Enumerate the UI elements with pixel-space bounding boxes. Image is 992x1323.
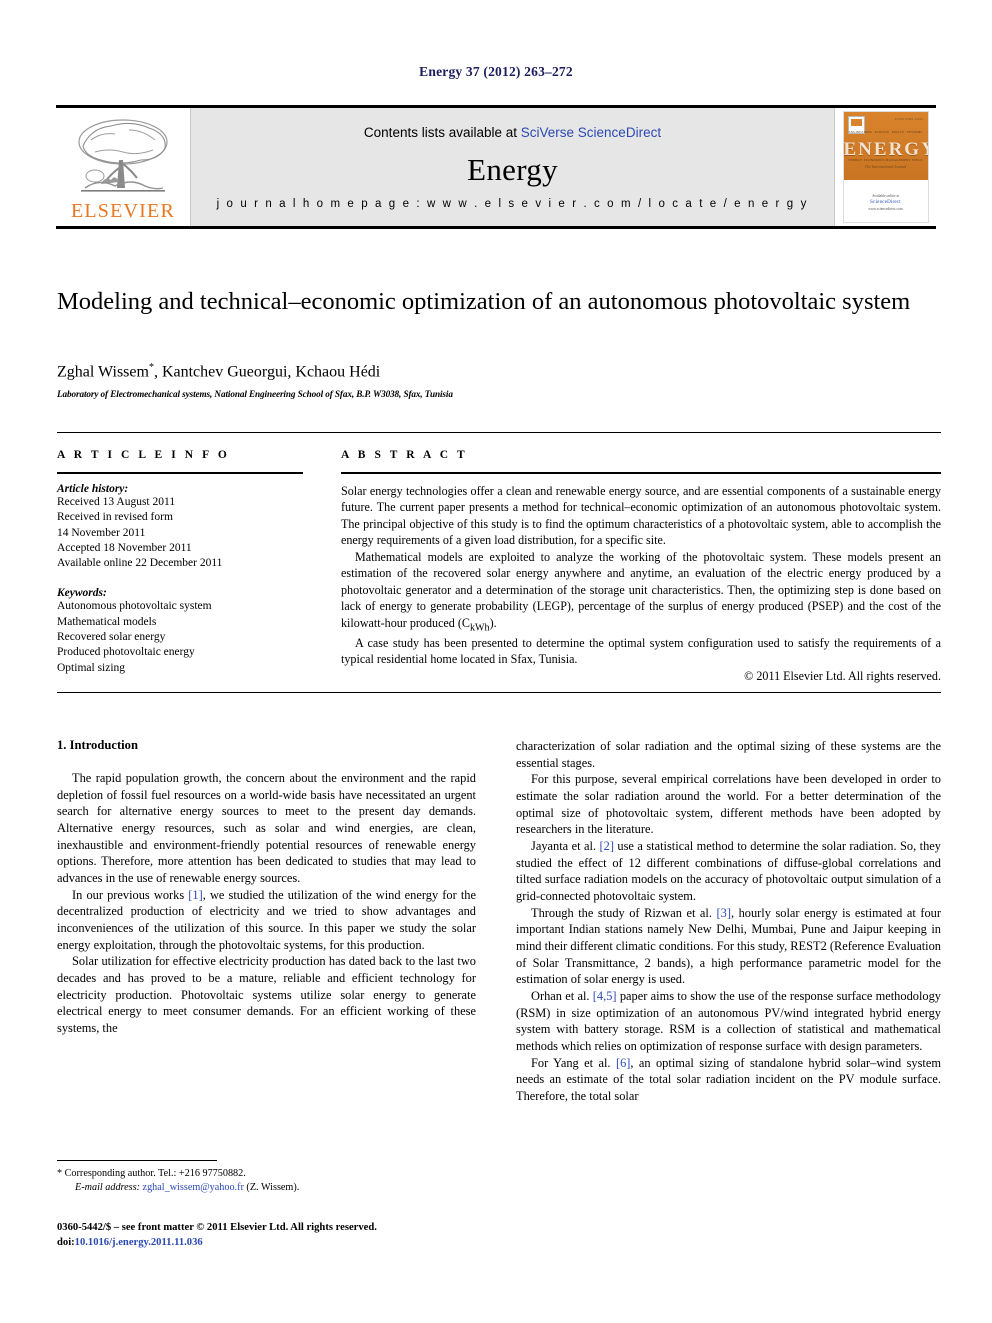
abstract-column: A B S T R A C T Solar energy technologie… [341,449,941,684]
abstract-paragraph: Mathematical models are exploited to ana… [341,549,941,635]
article-info-column: A R T I C L E I N F O Article history: R… [57,449,303,676]
keyword-item: Recovered solar energy [57,630,166,643]
keyword-item: Produced photovoltaic energy [57,646,195,659]
paragraph-text: In our previous works [72,887,189,902]
contents-line: Contents lists available at SciVerse Sci… [364,125,661,140]
citation-ref[interactable]: [1] [188,888,202,902]
citation-ref[interactable]: [6] [616,1056,630,1070]
keyword-item: Autonomous photovoltaic system [57,600,212,613]
cover-mini-label: SYSTEMS [906,130,923,134]
cover-subtitle: The International Journal [864,164,907,169]
front-matter-line: 0360-5442/$ – see front matter © 2011 El… [57,1222,377,1233]
article-history-item: 14 November 2011 [57,526,146,539]
cover-image: ISSN 0360-5442 ENGINEERING SCIENCE POLIC… [842,111,929,223]
cover-footer: Available online at ScienceDirect www.sc… [844,194,928,212]
body-paragraph: Orhan et al. [4,5] paper aims to show th… [516,988,941,1055]
corresponding-author-note: * Corresponding author. Tel.: +216 97750… [57,1167,476,1181]
article-history-item: Available online 22 December 2011 [57,557,223,570]
author-list: Zghal Wissem*, Kantchev Gueorgui, Kchaou… [57,362,941,381]
cover-mini-label: MANAGEMENT [885,158,911,162]
footnote-rule [57,1160,217,1161]
abstract-rule [341,472,941,474]
abstract-text: ). [489,615,497,630]
cover-mini-label: FUELS [911,158,923,162]
paragraph-text: For Yang et al. [531,1055,616,1070]
cover-mini-row-top: ENGINEERING SCIENCE POLICY SYSTEMS [849,130,923,134]
body-paragraph: Through the study of Rizwan et al. [3], … [516,905,941,988]
body-paragraph: For Yang et al. [6], an optimal sizing o… [516,1055,941,1105]
article-first-page: Energy 37 (2012) 263–272 ELSEVIER Conten… [0,0,992,1323]
article-history-item: Received 13 August 2011 [57,496,176,508]
article-title: Modeling and technical–economic optimiza… [57,288,911,315]
author-name: Zghal Wissem [57,363,149,381]
citation-ref[interactable]: [3] [717,906,731,920]
article-history-item: Received in revised form [57,511,173,524]
paragraph-text: Through the study of Rizwan et al. [531,905,717,920]
body-paragraph: Solar utilization for effective electric… [57,954,476,1036]
cover-mini-label: ENERGY [848,158,863,162]
abstract-subscript: kWh [469,621,490,633]
sciencedirect-link[interactable]: SciVerse ScienceDirect [521,125,661,140]
corresponding-text: Corresponding author. Tel.: +216 9775088… [64,1168,246,1179]
paragraph-text: Jayanta et al. [531,839,600,854]
journal-title: Energy [467,152,558,187]
citation-ref[interactable]: [4,5] [593,989,617,1003]
masthead-center: Contents lists available at SciVerse Sci… [191,108,834,226]
journal-homepage[interactable]: j o u r n a l h o m e p a g e : w w w . … [217,198,809,210]
cover-sciencedirect: ScienceDirect [870,200,901,206]
corresponding-marker: * [57,1168,63,1179]
paragraph-text: Orhan et al. [531,989,593,1004]
imprint-block: 0360-5442/$ – see front matter © 2011 El… [57,1221,557,1250]
email-note: E-mail address: zghal_wissem@yahoo.fr (Z… [57,1181,476,1195]
cover-mini-label: ECONOMICS [863,158,885,162]
elsevier-wordmark: ELSEVIER [70,200,176,222]
journal-masthead: ELSEVIER Contents lists available at Sci… [56,105,936,229]
body-column-right: characterization of solar radiation and … [516,738,941,1105]
body-paragraph: The rapid population growth, the concern… [57,771,476,886]
elsevier-tree-icon [71,116,175,200]
cover-issn: ISSN 0360-5442 [895,117,924,121]
abstract-paragraph: A case study has been presented to deter… [341,635,941,667]
elsevier-logo: ELSEVIER [56,108,191,226]
author-affiliation: Laboratory of Electromechanical systems,… [57,389,453,399]
abstract-text: Mathematical models are exploited to ana… [341,549,941,630]
keyword-item: Optimal sizing [57,661,126,674]
abstract-paragraph: Solar energy technologies offer a clean … [341,484,941,548]
article-history-item: Accepted 18 November 2011 [57,541,192,554]
info-band-top-rule [57,432,941,433]
article-info-rule [57,472,303,474]
contents-prefix: Contents lists available at [363,125,521,140]
body-column-left: 1. Introduction The rapid population gro… [57,738,476,1037]
email-owner: (Z. Wissem). [246,1182,300,1194]
running-head: Energy 37 (2012) 263–272 [419,64,573,79]
cover-mini-row-bottom: ENERGY ECONOMICS MANAGEMENT FUELS [849,158,923,162]
doi-label: doi: [57,1236,75,1248]
citation-ref[interactable]: [2] [600,839,614,853]
author-names-rest: , Kantchev Gueorgui, Kchaou Hédi [153,363,381,381]
info-band-bottom-rule [57,692,941,693]
journal-cover-thumbnail: ISSN 0360-5442 ENGINEERING SCIENCE POLIC… [834,108,936,226]
copyright-line: © 2011 Elsevier Ltd. All rights reserved… [744,669,941,684]
body-paragraph: In our previous works [1], we studied th… [57,887,476,954]
email-link[interactable]: zghal_wissem@yahoo.fr [143,1182,244,1193]
cover-mini-label: ENGINEERING [848,130,873,134]
cover-mini-label: SCIENCE [874,130,890,134]
cover-sd-url: www.sciencedirect.com [868,206,903,211]
body-paragraph: For this purpose, several empirical corr… [516,772,941,837]
footnote-block: * Corresponding author. Tel.: +216 97750… [57,1167,476,1196]
cover-mini-label: POLICY [891,130,905,134]
email-label: E-mail address: [75,1182,140,1194]
keyword-item: Mathematical models [57,615,157,628]
abstract-heading: A B S T R A C T [341,449,468,461]
keywords-label: Keywords: [57,587,107,600]
body-paragraph: characterization of solar radiation and … [516,739,941,770]
doi-value[interactable]: 10.1016/j.energy.2011.11.036 [75,1237,203,1248]
article-history-label: Article history: [57,483,129,495]
section-heading-introduction: 1. Introduction [57,738,138,752]
body-paragraph: Jayanta et al. [2] use a statistical met… [516,838,941,905]
doi-line: doi:10.1016/j.energy.2011.11.036 [57,1236,557,1251]
article-info-heading: A R T I C L E I N F O [57,449,230,461]
keywords-block: Keywords: Autonomous photovoltaic system… [57,587,303,675]
